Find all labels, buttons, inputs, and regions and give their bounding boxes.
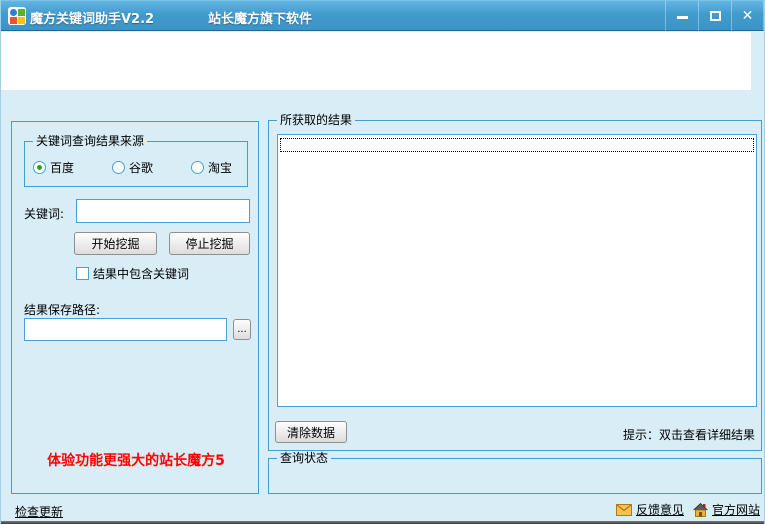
official-site-link-label: 官方网站	[712, 503, 761, 517]
browse-button[interactable]: ...	[233, 319, 251, 340]
radio-baidu[interactable]: 百度	[33, 159, 74, 176]
envelope-icon	[616, 503, 632, 516]
window-controls: ✕	[665, 1, 764, 31]
maximize-button[interactable]	[698, 1, 731, 31]
left-panel: 关键词查询结果来源 百度 谷歌 淘宝 关键词: 开始挖掘 停止挖掘 结果中包含关…	[11, 121, 259, 494]
radio-taobao-label: 淘宝	[208, 161, 233, 175]
source-groupbox-title: 关键词查询结果来源	[33, 134, 148, 148]
radio-google[interactable]: 谷歌	[112, 159, 153, 176]
save-path-input[interactable]	[24, 318, 227, 341]
listbox-focus-item[interactable]	[280, 138, 754, 152]
close-icon: ✕	[741, 8, 754, 24]
maximize-icon	[709, 11, 721, 21]
results-hint: 提示：双击查看详细结果	[622, 428, 755, 442]
keyword-input[interactable]	[76, 199, 250, 223]
app-logo-icon	[8, 7, 26, 25]
radio-google-label: 谷歌	[129, 161, 154, 175]
status-groupbox: 查询状态	[268, 451, 762, 494]
window-title: 魔方关键词助手V2.2	[30, 12, 155, 27]
radio-google-circle[interactable]	[112, 161, 125, 174]
include-keyword-checkbox[interactable]	[76, 267, 89, 280]
app-window: 魔方关键词助手V2.2 站长魔方旗下软件 ✕ 关键词查询结果来源 百度 谷歌 淘…	[0, 0, 765, 524]
feedback-link[interactable]: 反馈意见	[616, 501, 684, 518]
radio-taobao[interactable]: 淘宝	[191, 159, 232, 176]
check-update-link[interactable]: 检查更新	[15, 503, 63, 520]
banner-area	[1, 32, 751, 90]
include-keyword-checkbox-row[interactable]: 结果中包含关键词	[76, 265, 189, 282]
status-groupbox-title: 查询状态	[277, 451, 332, 465]
radio-baidu-circle[interactable]	[33, 161, 46, 174]
promo-text: 体验功能更强大的站长魔方5	[47, 453, 225, 469]
feedback-link-label: 反馈意见	[636, 503, 685, 517]
save-path-label: 结果保存路径:	[24, 303, 101, 317]
titlebar: 魔方关键词助手V2.2 站长魔方旗下软件 ✕	[1, 0, 764, 31]
titlebar-subtitle: 站长魔方旗下软件	[208, 12, 313, 27]
close-button[interactable]: ✕	[731, 1, 764, 31]
include-keyword-label: 结果中包含关键词	[93, 267, 190, 281]
clear-data-button[interactable]: 清除数据	[275, 421, 347, 443]
official-site-link[interactable]: 官方网站	[693, 501, 760, 518]
minimize-icon	[676, 15, 688, 19]
results-groupbox: 所获取的结果 清除数据 提示：双击查看详细结果	[268, 113, 762, 451]
stop-mining-button[interactable]: 停止挖掘	[169, 232, 250, 255]
results-groupbox-title: 所获取的结果	[277, 113, 356, 127]
keyword-label: 关键词:	[24, 207, 65, 221]
results-listbox[interactable]	[277, 134, 757, 407]
radio-baidu-label: 百度	[50, 161, 75, 175]
source-groupbox: 关键词查询结果来源 百度 谷歌 淘宝	[24, 134, 248, 187]
radio-taobao-circle[interactable]	[191, 161, 204, 174]
home-icon	[693, 502, 708, 517]
minimize-button[interactable]	[665, 1, 698, 31]
start-mining-button[interactable]: 开始挖掘	[74, 232, 157, 255]
